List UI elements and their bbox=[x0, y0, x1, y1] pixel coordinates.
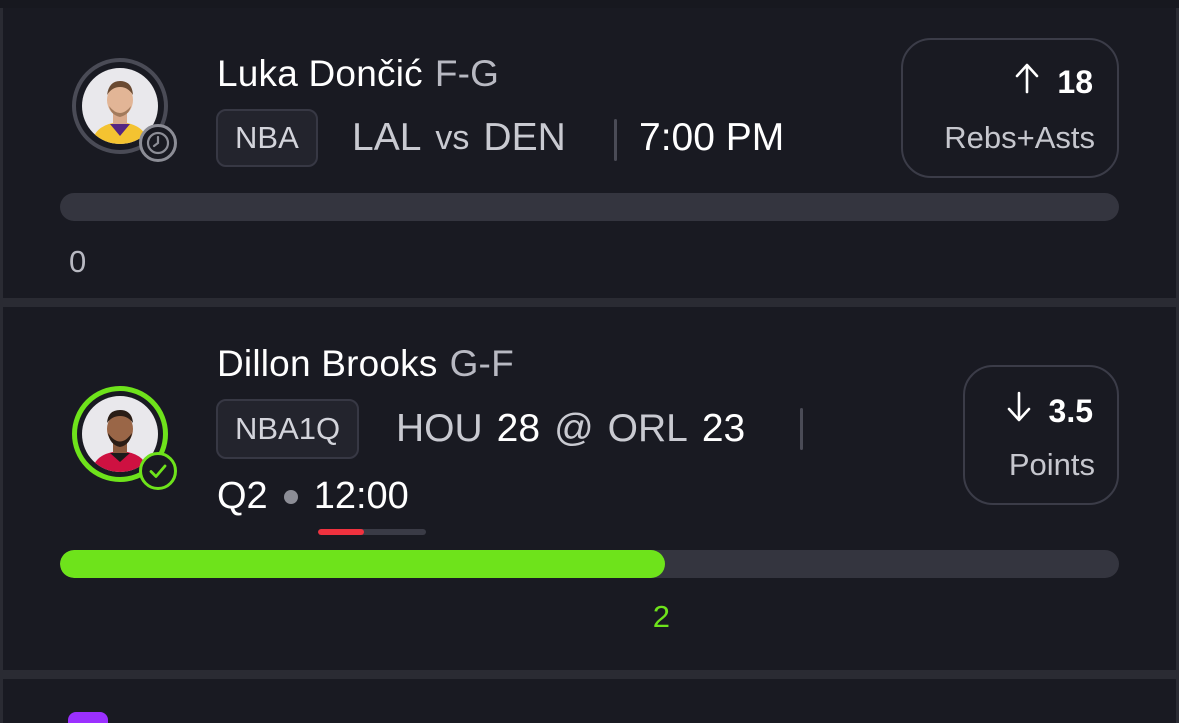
player-position: G-F bbox=[449, 343, 514, 384]
team-b-score: 23 bbox=[701, 407, 746, 450]
pick-card-dillon[interactable]: Dillon Brooks G-F NBA1Q HOU 28 @ ORL 23 Q… bbox=[3, 307, 1176, 670]
progress-fill bbox=[60, 550, 665, 578]
progress-bar bbox=[60, 193, 1119, 221]
pick-line: 18 bbox=[1015, 62, 1093, 102]
league-badge: NBA1Q bbox=[216, 399, 360, 459]
pick-stat: Points bbox=[1008, 447, 1095, 482]
check-icon bbox=[139, 452, 177, 490]
top-strip bbox=[0, 0, 1179, 8]
team-a-score: 28 bbox=[496, 407, 541, 450]
team-a: LAL bbox=[352, 116, 422, 159]
pick-card-next[interactable] bbox=[3, 679, 1176, 723]
player-name: Luka Dončić F-G bbox=[217, 53, 499, 95]
progress-bar bbox=[60, 550, 1119, 578]
divider bbox=[800, 408, 803, 450]
pick-selection[interactable]: 18 Rebs+Asts bbox=[901, 38, 1119, 178]
pick-selection[interactable]: 3.5 Points bbox=[963, 365, 1119, 505]
player-avatar bbox=[72, 58, 177, 162]
pick-list: Luka Dončić F-G NBA LAL vs DEN 7:00 PM 18… bbox=[0, 0, 1179, 723]
game-clock: Q2 12:00 bbox=[217, 475, 409, 518]
clock-time: 12:00 bbox=[313, 475, 409, 517]
brand-logo-icon bbox=[68, 712, 108, 723]
player-name-text: Luka Dončić bbox=[217, 53, 423, 94]
game-time: 7:00 PM bbox=[639, 116, 785, 159]
team-b: ORL bbox=[607, 407, 688, 450]
player-avatar bbox=[72, 386, 177, 490]
matchup: LAL vs DEN bbox=[352, 116, 566, 160]
pick-card-luka[interactable]: Luka Dončić F-G NBA LAL vs DEN 7:00 PM 18… bbox=[3, 8, 1176, 298]
clock-progress bbox=[318, 529, 426, 535]
player-name: Dillon Brooks G-F bbox=[217, 343, 514, 385]
league-badge: NBA bbox=[216, 109, 318, 167]
quarter: Q2 bbox=[217, 475, 268, 517]
matchup-connector: @ bbox=[554, 407, 594, 450]
arrow-down-icon bbox=[1007, 391, 1031, 431]
arrow-up-icon bbox=[1015, 62, 1039, 102]
player-name-text: Dillon Brooks bbox=[217, 343, 438, 384]
pick-line-value: 3.5 bbox=[1048, 392, 1093, 429]
clock-icon bbox=[139, 124, 177, 162]
team-b: DEN bbox=[483, 116, 566, 159]
player-position: F-G bbox=[434, 53, 500, 94]
pick-line: 3.5 bbox=[1007, 391, 1093, 431]
matchup: HOU 28 @ ORL 23 bbox=[396, 407, 745, 451]
matchup-connector: vs bbox=[435, 118, 470, 157]
team-a: HOU bbox=[396, 407, 483, 450]
clock-progress-fill bbox=[318, 529, 365, 535]
pick-stat: Rebs+Asts bbox=[944, 120, 1095, 155]
progress-value: 2 bbox=[652, 599, 670, 634]
pick-line-value: 18 bbox=[1057, 63, 1093, 100]
divider bbox=[614, 119, 617, 161]
progress-value: 0 bbox=[69, 244, 87, 279]
separator-dot bbox=[283, 489, 298, 504]
